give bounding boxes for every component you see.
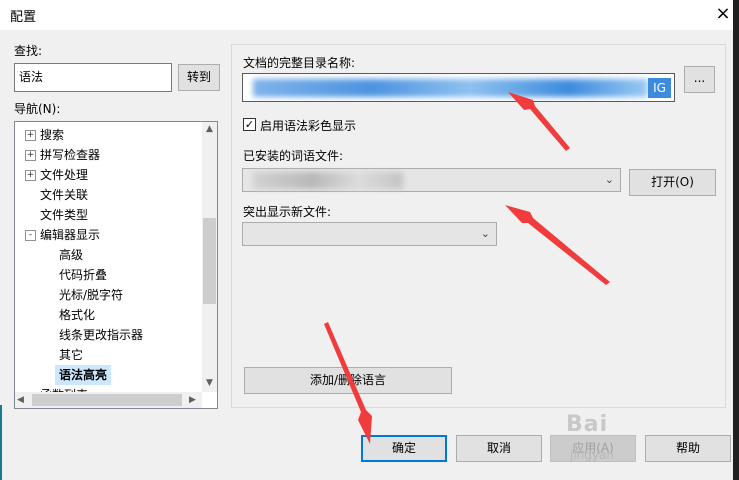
chevron-down-icon: ⌄ bbox=[604, 173, 614, 186]
search-input-value: 语法 bbox=[19, 70, 44, 84]
tree-item-syntax-highlight[interactable]: 语法高亮 bbox=[55, 365, 112, 385]
tree-item-spellcheck[interactable]: + 拼写检查器 bbox=[15, 145, 201, 165]
scroll-down-icon[interactable]: ▼ bbox=[203, 378, 216, 388]
highlight-new-files-select[interactable]: ⌄ bbox=[242, 222, 497, 246]
chevron-down-icon: ⌄ bbox=[480, 227, 490, 240]
installed-files-select[interactable]: ⌄ bbox=[242, 168, 621, 192]
tree-item-other[interactable]: 其它 bbox=[59, 345, 83, 365]
ok-button[interactable]: 确定 bbox=[361, 435, 447, 462]
search-input[interactable]: 语法 bbox=[14, 63, 172, 92]
expand-icon[interactable]: + bbox=[25, 130, 36, 141]
tree-item-file-handling[interactable]: + 文件处理 bbox=[15, 165, 201, 185]
help-button[interactable]: 帮助 bbox=[645, 435, 731, 462]
dir-label: 文档的完整目录名称: bbox=[243, 56, 356, 70]
tree-item-search[interactable]: + 搜索 bbox=[15, 125, 201, 145]
expand-icon[interactable]: + bbox=[25, 150, 36, 161]
scroll-up-icon[interactable]: ▲ bbox=[203, 124, 216, 134]
syntax-color-checkbox[interactable]: ✓ bbox=[243, 118, 256, 131]
installed-files-redacted bbox=[253, 172, 403, 189]
scroll-thumb[interactable] bbox=[203, 218, 216, 304]
goto-button[interactable]: 转到 bbox=[178, 64, 220, 91]
title-bar bbox=[0, 0, 739, 30]
tree-item-editor-display[interactable]: - 编辑器显示 bbox=[15, 225, 201, 245]
tree-item-file-types[interactable]: 文件类型 bbox=[40, 205, 88, 225]
scroll-right-icon[interactable]: ▶ bbox=[189, 395, 196, 405]
watermark-logo: Bai bbox=[566, 412, 609, 437]
collapse-icon[interactable]: - bbox=[25, 230, 36, 241]
scroll-left-icon[interactable]: ◀ bbox=[17, 395, 24, 405]
dir-input-redacted bbox=[253, 79, 648, 97]
nav-label: 导航(N): bbox=[14, 102, 61, 116]
dir-input[interactable]: IG bbox=[242, 73, 675, 102]
search-label: 查找: bbox=[14, 44, 43, 58]
installed-files-label: 已安装的词语文件: bbox=[243, 149, 344, 163]
nav-tree[interactable]: + 搜索 + 拼写检查器 + 文件处理 文件关联 文件类型 - 编辑器显示 高级… bbox=[14, 121, 218, 409]
highlight-new-files-label: 突出显示新文件: bbox=[243, 205, 332, 219]
expand-icon[interactable]: + bbox=[25, 170, 36, 181]
watermark-text: jingyan bbox=[570, 448, 614, 462]
window-title: 配置 bbox=[10, 10, 37, 25]
scroll-thumb-horizontal[interactable] bbox=[32, 394, 182, 406]
tree-item-file-assoc[interactable]: 文件关联 bbox=[40, 185, 88, 205]
tree-item-advanced[interactable]: 高级 bbox=[59, 245, 83, 265]
tree-item-change-indicator[interactable]: 线条更改指示器 bbox=[59, 325, 143, 345]
desktop-edge bbox=[0, 405, 2, 480]
tree-item-cursor[interactable]: 光标/脱字符 bbox=[59, 285, 123, 305]
cancel-button[interactable]: 取消 bbox=[456, 435, 542, 462]
window-edge bbox=[733, 0, 739, 480]
syntax-color-label: 启用语法彩色显示 bbox=[260, 119, 357, 133]
add-remove-language-button[interactable]: 添加/删除语言 bbox=[244, 367, 452, 394]
open-button[interactable]: 打开(O) bbox=[629, 169, 716, 196]
tree-item-formatting[interactable]: 格式化 bbox=[59, 305, 95, 325]
dir-input-value-tail: IG bbox=[648, 78, 671, 98]
tree-item-code-folding[interactable]: 代码折叠 bbox=[59, 265, 107, 285]
browse-button[interactable]: ... bbox=[684, 66, 715, 93]
